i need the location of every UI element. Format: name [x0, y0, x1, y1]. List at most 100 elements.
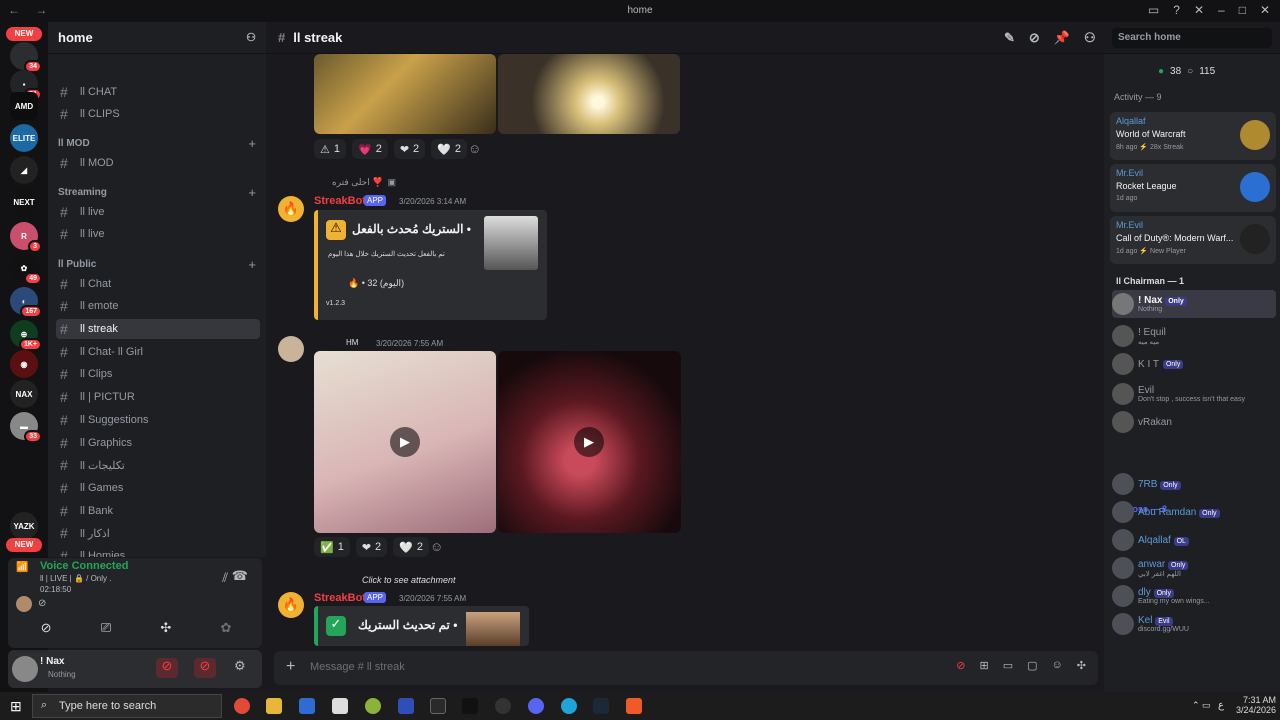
channel-item[interactable]: # ll Graphics — [56, 433, 260, 453]
apps-icon[interactable]: ✣ — [1077, 659, 1086, 672]
edge-icon[interactable] — [561, 698, 577, 714]
windows-icon[interactable]: ⊞ — [10, 698, 22, 715]
channel-item[interactable]: # ll Suggestions — [56, 410, 260, 430]
add-reaction-icon[interactable]: ☺ — [468, 141, 481, 156]
gift-icon[interactable]: ⊞ — [980, 659, 989, 672]
reaction[interactable]: 🤍 2 — [431, 139, 467, 159]
tools-icon[interactable]: ✕ — [1194, 3, 1204, 17]
member-item[interactable]: ! Equil ميه ميه — [1112, 322, 1276, 350]
member-item[interactable]: ! Nax Only Nothing — [1112, 290, 1276, 318]
soundboard-icon[interactable]: ✿ — [220, 620, 231, 642]
deafen-button[interactable]: ⊘ — [194, 658, 216, 678]
minimize-button[interactable]: – — [1218, 3, 1225, 17]
add-reaction-icon[interactable]: ☺ — [430, 539, 443, 554]
member-item[interactable]: 7RB Only — [1112, 470, 1276, 498]
channel-item[interactable]: # ll Clips — [56, 364, 260, 384]
app-icon[interactable] — [365, 698, 381, 714]
reaction[interactable]: ⚠ 1 — [314, 139, 346, 159]
bot-avatar[interactable]: 🔥 — [278, 592, 304, 618]
folder-icon[interactable] — [266, 698, 282, 714]
channel-item[interactable]: # ll live — [56, 224, 260, 244]
steam-icon[interactable] — [593, 698, 609, 714]
channel-item[interactable]: # ll تكليجات — [56, 455, 260, 475]
discord-icon[interactable] — [528, 698, 544, 714]
camera-off-icon[interactable]: ⊘ — [41, 620, 52, 642]
amd-server-icon[interactable]: AMD — [10, 92, 38, 120]
capcut-icon[interactable] — [430, 698, 446, 714]
reply-preview[interactable]: Click to see attachment — [362, 575, 456, 585]
user-avatar[interactable] — [278, 336, 304, 362]
server-icon[interactable]: ✿ 49 — [10, 254, 42, 285]
clock-time[interactable]: 7:31 AM — [1236, 695, 1276, 705]
server-icon[interactable]: ◢ — [10, 156, 38, 184]
notifications-off-icon[interactable]: ⊘ — [1029, 30, 1040, 46]
disconnect-icon[interactable]: ☎ — [232, 568, 248, 584]
language-indicator[interactable]: ع — [1218, 700, 1224, 711]
elite-server-icon[interactable]: ELITE — [10, 124, 38, 152]
channel-item[interactable]: # ll CHAT — [56, 82, 260, 102]
next-server-icon[interactable]: NEXT — [10, 188, 38, 216]
server-icon[interactable]: R3 — [10, 222, 42, 253]
voice-status[interactable]: Voice Connected — [40, 560, 128, 572]
category-header[interactable]: ll MOD — [58, 138, 90, 149]
bot-avatar[interactable]: 🔥 — [278, 196, 304, 222]
app-icon[interactable] — [398, 698, 414, 714]
yazk-server-icon[interactable]: YAZK — [10, 512, 38, 540]
embed-thumbnail[interactable] — [466, 612, 520, 646]
maximize-button[interactable]: □ — [1239, 3, 1246, 17]
inbox-icon[interactable]: ▭ — [1148, 3, 1159, 17]
channel-item[interactable]: # ll Homies — [56, 546, 260, 557]
obs-icon[interactable] — [495, 698, 511, 714]
members-icon[interactable]: ⚇ — [1084, 30, 1096, 46]
channel-item[interactable]: # ll Chat- ll Girl — [56, 342, 260, 362]
reply-preview[interactable]: احلى فتره ❣️ — [332, 177, 383, 188]
sticker-icon[interactable]: ▢ — [1027, 659, 1037, 672]
reaction[interactable]: ❤ 2 — [355, 537, 388, 557]
mute-icon[interactable]: ⊘ — [38, 598, 46, 609]
brave-icon[interactable] — [626, 698, 642, 714]
store-icon[interactable] — [299, 698, 315, 714]
member-item[interactable]: Abu Ramdan Only — [1112, 498, 1276, 526]
pin-icon[interactable]: 📌 — [1054, 30, 1070, 46]
noise-icon[interactable]: ⫽ — [222, 570, 228, 586]
screen-share-icon[interactable]: ⎚ — [101, 620, 111, 642]
activity-card[interactable]: Mr.Evil Call of Duty®: Modern Warf... 1d a… — [1110, 216, 1276, 264]
message-input[interactable]: + Message # ll streak ⊘ ⊞ ▭ ▢ ☺ ✣ — [274, 651, 1098, 685]
member-item[interactable]: dly Only Eating my own wings... — [1112, 582, 1276, 610]
clock-date[interactable]: 3/24/2026 — [1236, 705, 1276, 715]
activity-card[interactable]: Alqallaf World of Warcraft 8h ago ⚡ 28x St… — [1110, 112, 1276, 160]
add-channel-icon[interactable]: + — [248, 257, 256, 272]
member-item[interactable]: vRakan — [1112, 408, 1276, 436]
channel-item[interactable]: # ll | PICTUR — [56, 387, 260, 407]
channel-item[interactable]: # ll streak — [56, 319, 260, 339]
server-icon[interactable]: ◉ — [10, 350, 38, 378]
channel-item[interactable]: # ll emote — [56, 296, 260, 316]
voice-channel[interactable]: ll | LIVE | 🔒 / Only . — [40, 574, 111, 583]
server-header[interactable]: home ⚇ — [48, 22, 266, 54]
video-attachment[interactable]: ▶ — [314, 351, 496, 533]
add-channel-icon[interactable]: + — [248, 136, 256, 151]
video-attachment[interactable]: ▶ — [498, 351, 681, 533]
server-icon[interactable]: ⊕ 1K+ — [10, 320, 42, 351]
reaction[interactable]: ✅ 1 — [314, 537, 350, 557]
bot-name[interactable]: StreakBot — [314, 592, 366, 604]
member-item[interactable]: anwar Only اللهم اغفر لابي — [1112, 554, 1276, 582]
taskbar-search[interactable]: ⌕ Type here to search — [32, 694, 222, 718]
threads-icon[interactable]: ✎ — [1004, 30, 1015, 46]
category-header[interactable]: ll Public — [58, 259, 96, 270]
user-name[interactable]: ! Nax — [40, 656, 64, 667]
emoji-icon[interactable]: ☺ — [1052, 659, 1063, 672]
tray-icons[interactable]: ⌃ ▭ — [1192, 700, 1211, 711]
server-icon[interactable]: 34 — [10, 42, 42, 73]
gif-icon[interactable]: ▭ — [1003, 659, 1013, 672]
category-header[interactable]: Streaming — [58, 187, 107, 198]
nax-server-icon[interactable]: NAX — [10, 380, 38, 408]
channel-item[interactable]: # ll اذكار — [56, 523, 260, 543]
add-channel-icon[interactable]: + — [248, 185, 256, 200]
user-avatar[interactable] — [12, 656, 38, 682]
mic-muted-button[interactable]: ⊘ — [156, 658, 178, 678]
reaction[interactable]: 💗 2 — [352, 139, 388, 159]
help-icon[interactable]: ? — [1173, 3, 1180, 17]
reaction[interactable]: ❤ 2 — [393, 139, 426, 159]
server-icon[interactable]: ◐ 167 — [10, 287, 42, 318]
